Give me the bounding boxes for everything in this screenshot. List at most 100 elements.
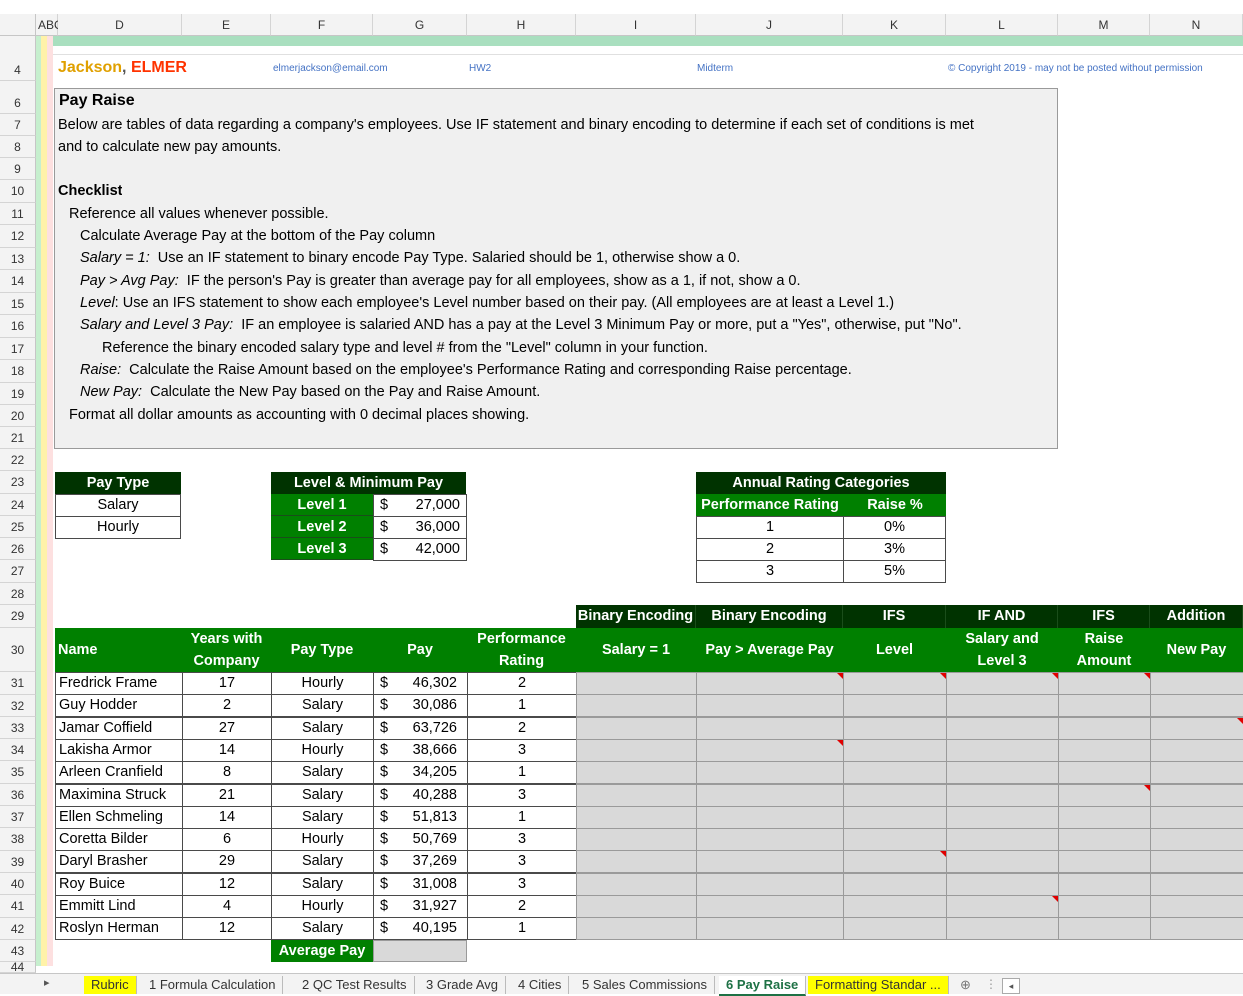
- level-min-pay-1[interactable]: $27,000: [373, 494, 467, 517]
- pay-2[interactable]: $30,086: [373, 694, 468, 718]
- raise-amount-cell-2[interactable]: [1058, 694, 1151, 718]
- raise-amount-cell-4[interactable]: [1058, 738, 1151, 762]
- employee-name-4[interactable]: Lakisha Armor: [55, 738, 183, 762]
- salary-encoding-cell-1[interactable]: [576, 672, 697, 695]
- raise-amount-cell-12[interactable]: [1058, 917, 1151, 941]
- level-min-pay-3[interactable]: $42,000: [373, 538, 467, 561]
- raise-percent-2[interactable]: 3%: [843, 538, 946, 561]
- pay-above-avg-cell-6[interactable]: [696, 783, 844, 807]
- row-header-25[interactable]: 25: [0, 516, 36, 538]
- comment-indicator[interactable]: [1237, 717, 1243, 724]
- pay-type-8[interactable]: Hourly: [271, 828, 374, 852]
- row-header-29[interactable]: 29: [0, 605, 36, 628]
- rating-value-3[interactable]: 3: [696, 560, 844, 583]
- level-cell-12[interactable]: [843, 917, 947, 941]
- column-header-d[interactable]: D: [58, 14, 182, 36]
- row-header-11[interactable]: 11: [0, 203, 36, 225]
- row-header-44[interactable]: 44: [0, 961, 36, 973]
- level-cell-8[interactable]: [843, 828, 947, 852]
- sheet-tab-5[interactable]: 4 Cities: [511, 976, 570, 994]
- row-header-42[interactable]: 42: [0, 918, 36, 940]
- pay-12[interactable]: $40,195: [373, 917, 468, 941]
- row-header-26[interactable]: 26: [0, 538, 36, 560]
- years-with-company-10[interactable]: 12: [182, 872, 272, 896]
- level-cell-5[interactable]: [843, 761, 947, 785]
- row-header-21[interactable]: 21: [0, 427, 36, 449]
- row-header-8[interactable]: 8: [0, 136, 36, 158]
- salary-and-level-3-cell-11[interactable]: [946, 895, 1059, 918]
- salary-and-level-3-cell-2[interactable]: [946, 694, 1059, 718]
- level-cell-11[interactable]: [843, 895, 947, 918]
- salary-encoding-cell-12[interactable]: [576, 917, 697, 941]
- performance-rating-3[interactable]: 2: [467, 716, 577, 740]
- pay-type-1[interactable]: Hourly: [271, 672, 374, 695]
- row-header-16[interactable]: 16: [0, 315, 36, 338]
- comment-indicator[interactable]: [1144, 673, 1150, 679]
- pay-3[interactable]: $63,726: [373, 716, 468, 740]
- column-header-f[interactable]: F: [271, 14, 373, 36]
- employee-name-9[interactable]: Daryl Brasher: [55, 850, 183, 874]
- employee-name-12[interactable]: Roslyn Herman: [55, 917, 183, 941]
- new-pay-cell-9[interactable]: [1150, 850, 1243, 874]
- row-header-33[interactable]: 33: [0, 717, 36, 739]
- years-with-company-5[interactable]: 8: [182, 761, 272, 785]
- years-with-company-4[interactable]: 14: [182, 738, 272, 762]
- salary-and-level-3-cell-9[interactable]: [946, 850, 1059, 874]
- rating-value-2[interactable]: 2: [696, 538, 844, 561]
- raise-amount-cell-5[interactable]: [1058, 761, 1151, 785]
- pay-above-avg-cell-2[interactable]: [696, 694, 844, 718]
- pay-above-avg-cell-8[interactable]: [696, 828, 844, 852]
- average-pay-value-cell[interactable]: [373, 940, 467, 962]
- raise-amount-cell-11[interactable]: [1058, 895, 1151, 918]
- raise-amount-cell-8[interactable]: [1058, 828, 1151, 852]
- level-min-pay-2[interactable]: $36,000: [373, 516, 467, 539]
- level-cell-7[interactable]: [843, 805, 947, 829]
- employee-name-7[interactable]: Ellen Schmeling: [55, 805, 183, 829]
- comment-indicator[interactable]: [940, 673, 946, 679]
- pay-above-avg-cell-4[interactable]: [696, 738, 844, 762]
- new-pay-cell-6[interactable]: [1150, 783, 1243, 807]
- tab-scroll-left-icon[interactable]: ◂: [1002, 978, 1020, 994]
- row-header-10[interactable]: 10: [0, 180, 36, 203]
- years-with-company-3[interactable]: 27: [182, 716, 272, 740]
- performance-rating-9[interactable]: 3: [467, 850, 577, 874]
- performance-rating-5[interactable]: 1: [467, 761, 577, 785]
- salary-and-level-3-cell-10[interactable]: [946, 872, 1059, 896]
- row-header-20[interactable]: 20: [0, 405, 36, 427]
- row-header-36[interactable]: 36: [0, 784, 36, 806]
- pay-type-3[interactable]: Salary: [271, 716, 374, 740]
- column-header-g[interactable]: G: [373, 14, 467, 36]
- pay-9[interactable]: $37,269: [373, 850, 468, 874]
- pay-6[interactable]: $40,288: [373, 783, 468, 807]
- salary-and-level-3-cell-7[interactable]: [946, 805, 1059, 829]
- row-header-15[interactable]: 15: [0, 293, 36, 315]
- comment-indicator[interactable]: [837, 739, 843, 746]
- raise-amount-cell-9[interactable]: [1058, 850, 1151, 874]
- new-pay-cell-7[interactable]: [1150, 805, 1243, 829]
- pay-type-6[interactable]: Salary: [271, 783, 374, 807]
- pay-above-avg-cell-5[interactable]: [696, 761, 844, 785]
- add-sheet-icon[interactable]: ⊕: [960, 977, 971, 993]
- salary-encoding-cell-4[interactable]: [576, 738, 697, 762]
- rating-value-1[interactable]: 1: [696, 516, 844, 539]
- column-header-m[interactable]: M: [1058, 14, 1150, 36]
- column-header-abc[interactable]: ABC: [36, 14, 63, 36]
- raise-amount-cell-6[interactable]: [1058, 783, 1151, 807]
- row-header-37[interactable]: 37: [0, 806, 36, 828]
- level-cell-4[interactable]: [843, 738, 947, 762]
- comment-indicator[interactable]: [1052, 896, 1058, 902]
- years-with-company-6[interactable]: 21: [182, 783, 272, 807]
- salary-and-level-3-cell-6[interactable]: [946, 783, 1059, 807]
- salary-encoding-cell-2[interactable]: [576, 694, 697, 718]
- raise-percent-3[interactable]: 5%: [843, 560, 946, 583]
- salary-encoding-cell-3[interactable]: [576, 716, 697, 740]
- salary-and-level-3-cell-3[interactable]: [946, 716, 1059, 740]
- pay-type-7[interactable]: Salary: [271, 805, 374, 829]
- pay-type-12[interactable]: Salary: [271, 917, 374, 941]
- sheet-tab-7[interactable]: 6 Pay Raise: [719, 976, 807, 996]
- salary-and-level-3-cell-1[interactable]: [946, 672, 1059, 695]
- row-header-43[interactable]: 43: [0, 940, 36, 962]
- level-cell-9[interactable]: [843, 850, 947, 874]
- new-pay-cell-12[interactable]: [1150, 917, 1243, 941]
- row-header-30[interactable]: 30: [0, 628, 36, 672]
